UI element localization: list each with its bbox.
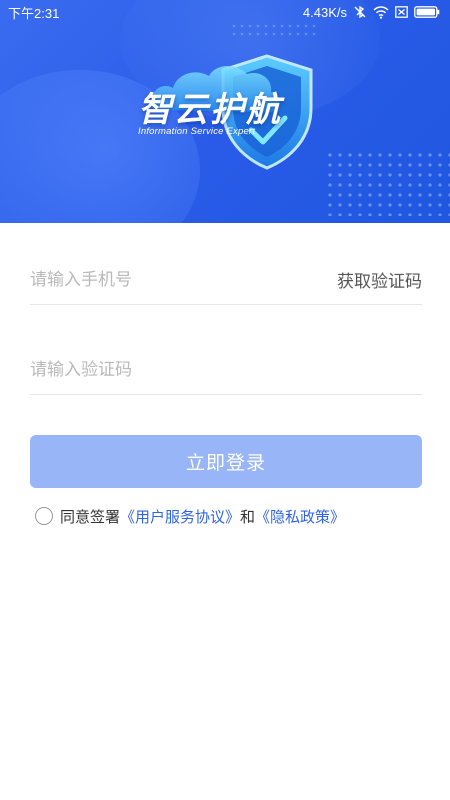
login-button[interactable]: 立即登录 bbox=[30, 435, 422, 488]
agreement-checkbox[interactable] bbox=[35, 507, 53, 525]
agreement-prefix: 同意签署 bbox=[60, 507, 121, 526]
code-field-row bbox=[30, 345, 422, 395]
battery-icon bbox=[414, 6, 440, 18]
banner-dot-pattern bbox=[325, 150, 450, 216]
user-agreement-link[interactable]: 《用户服务协议》 bbox=[120, 506, 240, 527]
agreement-row: 同意签署 《用户服务协议》 和 《隐私政策》 bbox=[35, 505, 345, 527]
header-banner: 智云护航 Information Service Expert bbox=[0, 0, 450, 223]
verification-code-input[interactable] bbox=[30, 359, 290, 380]
logo-title: 智云护航 bbox=[138, 90, 282, 130]
logo-subtitle: Information Service Expert bbox=[138, 126, 256, 137]
bluetooth-off-icon bbox=[353, 5, 367, 19]
no-sim-icon bbox=[395, 6, 408, 18]
status-time: 下午2:31 bbox=[8, 5, 60, 21]
phone-input[interactable] bbox=[30, 269, 290, 290]
agreement-conjunction: 和 bbox=[240, 507, 256, 526]
network-speed: 4.43K/s bbox=[302, 4, 347, 20]
get-code-button[interactable]: 获取验证码 bbox=[337, 267, 422, 292]
phone-field-row: 获取验证码 bbox=[30, 255, 422, 305]
wifi-icon bbox=[373, 5, 389, 19]
privacy-policy-link[interactable]: 《隐私政策》 bbox=[255, 506, 345, 527]
banner-dot-pattern-top bbox=[230, 22, 320, 40]
status-bar: 下午2:31 4.43K/s bbox=[0, 0, 450, 24]
